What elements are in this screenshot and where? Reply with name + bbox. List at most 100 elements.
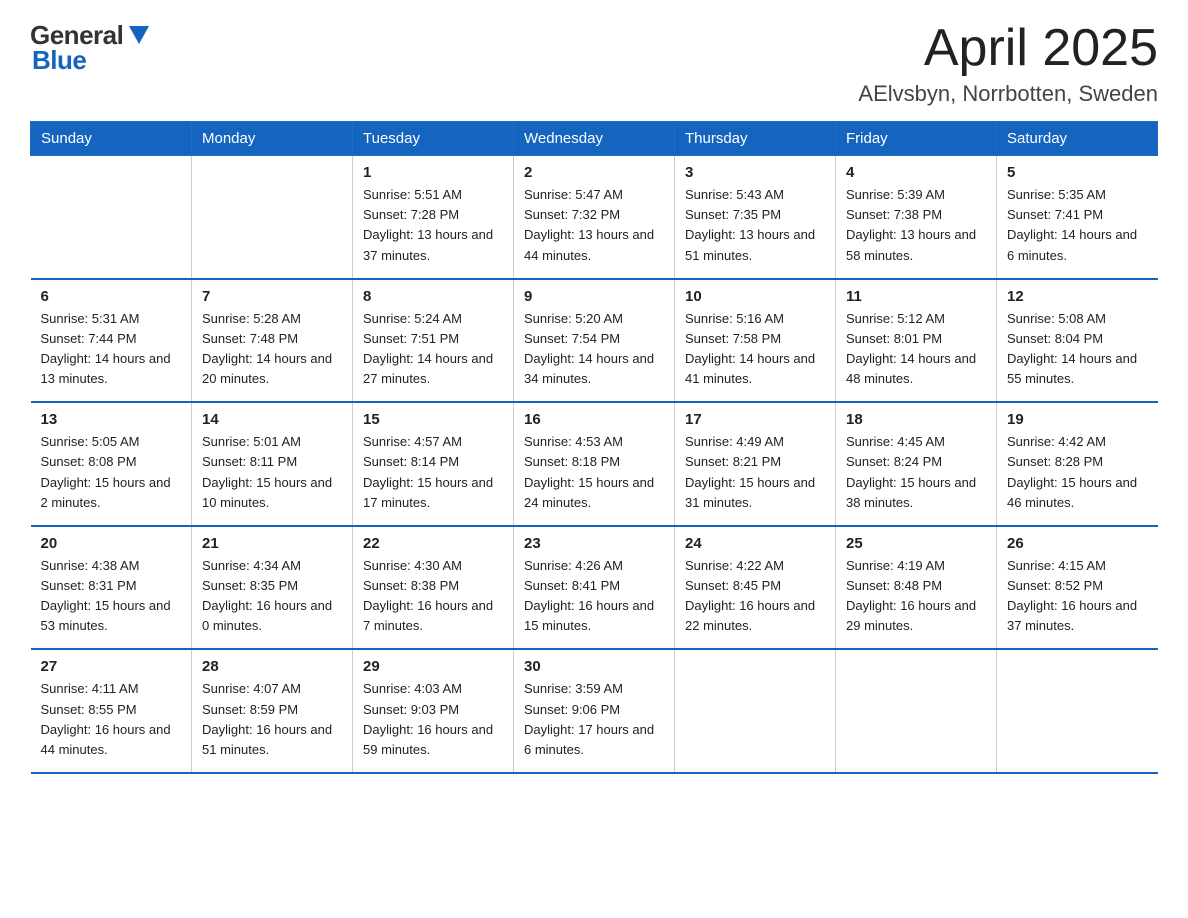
day-info: Sunrise: 5:01 AM Sunset: 8:11 PM Dayligh… (202, 432, 342, 513)
calendar-cell: 9Sunrise: 5:20 AM Sunset: 7:54 PM Daylig… (514, 279, 675, 403)
day-number: 12 (1007, 288, 1148, 305)
day-info: Sunrise: 4:22 AM Sunset: 8:45 PM Dayligh… (685, 556, 825, 637)
calendar-cell: 17 Sunrise: 4:49 AM Sunset: 8:21 PM Dayli… (675, 402, 836, 526)
day-number: 21 (202, 535, 342, 552)
day-info: Sunrise: 4:15 AM Sunset: 8:52 PM Dayligh… (1007, 556, 1148, 637)
calendar-cell: 10Sunrise: 5:16 AM Sunset: 7:58 PM Dayli… (675, 279, 836, 403)
calendar-weekday: Friday (836, 122, 997, 156)
day-number: 26 (1007, 535, 1148, 552)
calendar-cell: 16 Sunrise: 4:53 AM Sunset: 8:18 PM Dayli… (514, 402, 675, 526)
title-block: April 2025 AElvsbyn, Norrbotten, Sweden (858, 20, 1158, 107)
calendar-row: 27 Sunrise: 4:11 AM Sunset: 8:55 PM Dayli… (31, 649, 1158, 773)
calendar-cell (675, 649, 836, 773)
calendar-cell: 25 Sunrise: 4:19 AM Sunset: 8:48 PM Dayli… (836, 526, 997, 650)
day-number: 7 (202, 288, 342, 305)
day-info: Sunrise: 4:53 AM Sunset: 8:18 PM Dayligh… (524, 432, 664, 513)
calendar-cell: 21 Sunrise: 4:34 AM Sunset: 8:35 PM Dayli… (192, 526, 353, 650)
day-number: 30 (524, 658, 664, 675)
day-info: Sunrise: 5:31 AM Sunset: 7:44 PM Dayligh… (41, 309, 182, 390)
calendar-row: 1 Sunrise: 5:51 AM Sunset: 7:28 PM Daylig… (31, 156, 1158, 279)
logo-blue-text: Blue (32, 45, 86, 76)
day-number: 27 (41, 658, 182, 675)
day-number: 15 (363, 411, 503, 428)
day-info: Sunrise: 4:19 AM Sunset: 8:48 PM Dayligh… (846, 556, 986, 637)
calendar-weekday: Wednesday (514, 122, 675, 156)
page-title: April 2025 (858, 20, 1158, 77)
day-info: Sunrise: 5:20 AM Sunset: 7:54 PM Dayligh… (524, 309, 664, 390)
day-number: 22 (363, 535, 503, 552)
day-info: Sunrise: 5:24 AM Sunset: 7:51 PM Dayligh… (363, 309, 503, 390)
calendar-cell: 18Sunrise: 4:45 AM Sunset: 8:24 PM Dayli… (836, 402, 997, 526)
day-info: Sunrise: 3:59 AM Sunset: 9:06 PM Dayligh… (524, 679, 664, 760)
calendar-cell: 26 Sunrise: 4:15 AM Sunset: 8:52 PM Dayli… (997, 526, 1158, 650)
day-number: 14 (202, 411, 342, 428)
day-number: 1 (363, 164, 503, 181)
calendar-cell: 6 Sunrise: 5:31 AM Sunset: 7:44 PM Daylig… (31, 279, 192, 403)
day-info: Sunrise: 5:28 AM Sunset: 7:48 PM Dayligh… (202, 309, 342, 390)
day-number: 17 (685, 411, 825, 428)
calendar-cell: 22 Sunrise: 4:30 AM Sunset: 8:38 PM Dayli… (353, 526, 514, 650)
day-number: 24 (685, 535, 825, 552)
day-number: 16 (524, 411, 664, 428)
day-info: Sunrise: 4:07 AM Sunset: 8:59 PM Dayligh… (202, 679, 342, 760)
calendar-weekday: Monday (192, 122, 353, 156)
calendar-header-row: SundayMondayTuesdayWednesdayThursdayFrid… (31, 122, 1158, 156)
calendar-body: 1 Sunrise: 5:51 AM Sunset: 7:28 PM Daylig… (31, 156, 1158, 773)
calendar-weekday: Thursday (675, 122, 836, 156)
calendar-header: SundayMondayTuesdayWednesdayThursdayFrid… (31, 122, 1158, 156)
calendar-weekday: Saturday (997, 122, 1158, 156)
logo: General Blue (30, 20, 153, 76)
calendar-cell: 28 Sunrise: 4:07 AM Sunset: 8:59 PM Dayli… (192, 649, 353, 773)
calendar-cell: 29 Sunrise: 4:03 AM Sunset: 9:03 PM Dayli… (353, 649, 514, 773)
calendar-cell (31, 156, 192, 279)
calendar-cell: 19Sunrise: 4:42 AM Sunset: 8:28 PM Dayli… (997, 402, 1158, 526)
calendar-cell: 12 Sunrise: 5:08 AM Sunset: 8:04 PM Dayli… (997, 279, 1158, 403)
calendar-cell: 2 Sunrise: 5:47 AM Sunset: 7:32 PM Daylig… (514, 156, 675, 279)
day-info: Sunrise: 4:45 AM Sunset: 8:24 PM Dayligh… (846, 432, 986, 513)
calendar-cell: 23 Sunrise: 4:26 AM Sunset: 8:41 PM Dayli… (514, 526, 675, 650)
calendar-cell (997, 649, 1158, 773)
calendar-cell (192, 156, 353, 279)
day-number: 29 (363, 658, 503, 675)
calendar-row: 13 Sunrise: 5:05 AM Sunset: 8:08 PM Dayli… (31, 402, 1158, 526)
day-info: Sunrise: 4:42 AM Sunset: 8:28 PM Dayligh… (1007, 432, 1148, 513)
day-info: Sunrise: 4:49 AM Sunset: 8:21 PM Dayligh… (685, 432, 825, 513)
day-info: Sunrise: 5:39 AM Sunset: 7:38 PM Dayligh… (846, 185, 986, 266)
page-subtitle: AElvsbyn, Norrbotten, Sweden (858, 81, 1158, 107)
day-info: Sunrise: 4:11 AM Sunset: 8:55 PM Dayligh… (41, 679, 182, 760)
day-number: 8 (363, 288, 503, 305)
calendar-cell (836, 649, 997, 773)
day-number: 13 (41, 411, 182, 428)
calendar-cell: 27 Sunrise: 4:11 AM Sunset: 8:55 PM Dayli… (31, 649, 192, 773)
calendar-cell: 20Sunrise: 4:38 AM Sunset: 8:31 PM Dayli… (31, 526, 192, 650)
day-number: 6 (41, 288, 182, 305)
day-info: Sunrise: 4:26 AM Sunset: 8:41 PM Dayligh… (524, 556, 664, 637)
calendar-cell: 5Sunrise: 5:35 AM Sunset: 7:41 PM Daylig… (997, 156, 1158, 279)
day-number: 25 (846, 535, 986, 552)
day-info: Sunrise: 5:47 AM Sunset: 7:32 PM Dayligh… (524, 185, 664, 266)
day-number: 11 (846, 288, 986, 305)
calendar-cell: 3 Sunrise: 5:43 AM Sunset: 7:35 PM Daylig… (675, 156, 836, 279)
day-number: 23 (524, 535, 664, 552)
page-header: General Blue April 2025 AElvsbyn, Norrbo… (30, 20, 1158, 107)
day-info: Sunrise: 5:08 AM Sunset: 8:04 PM Dayligh… (1007, 309, 1148, 390)
day-info: Sunrise: 4:57 AM Sunset: 8:14 PM Dayligh… (363, 432, 503, 513)
calendar-cell: 11 Sunrise: 5:12 AM Sunset: 8:01 PM Dayli… (836, 279, 997, 403)
day-info: Sunrise: 4:30 AM Sunset: 8:38 PM Dayligh… (363, 556, 503, 637)
calendar-cell: 1 Sunrise: 5:51 AM Sunset: 7:28 PM Daylig… (353, 156, 514, 279)
calendar-cell: 4Sunrise: 5:39 AM Sunset: 7:38 PM Daylig… (836, 156, 997, 279)
day-info: Sunrise: 5:12 AM Sunset: 8:01 PM Dayligh… (846, 309, 986, 390)
day-info: Sunrise: 5:05 AM Sunset: 8:08 PM Dayligh… (41, 432, 182, 513)
day-number: 3 (685, 164, 825, 181)
calendar-row: 20Sunrise: 4:38 AM Sunset: 8:31 PM Dayli… (31, 526, 1158, 650)
day-number: 2 (524, 164, 664, 181)
day-number: 28 (202, 658, 342, 675)
calendar-cell: 30 Sunrise: 3:59 AM Sunset: 9:06 PM Dayli… (514, 649, 675, 773)
day-info: Sunrise: 5:16 AM Sunset: 7:58 PM Dayligh… (685, 309, 825, 390)
day-info: Sunrise: 4:03 AM Sunset: 9:03 PM Dayligh… (363, 679, 503, 760)
calendar-cell: 7 Sunrise: 5:28 AM Sunset: 7:48 PM Daylig… (192, 279, 353, 403)
day-info: Sunrise: 5:51 AM Sunset: 7:28 PM Dayligh… (363, 185, 503, 266)
day-number: 20 (41, 535, 182, 552)
day-info: Sunrise: 5:43 AM Sunset: 7:35 PM Dayligh… (685, 185, 825, 266)
day-info: Sunrise: 4:34 AM Sunset: 8:35 PM Dayligh… (202, 556, 342, 637)
